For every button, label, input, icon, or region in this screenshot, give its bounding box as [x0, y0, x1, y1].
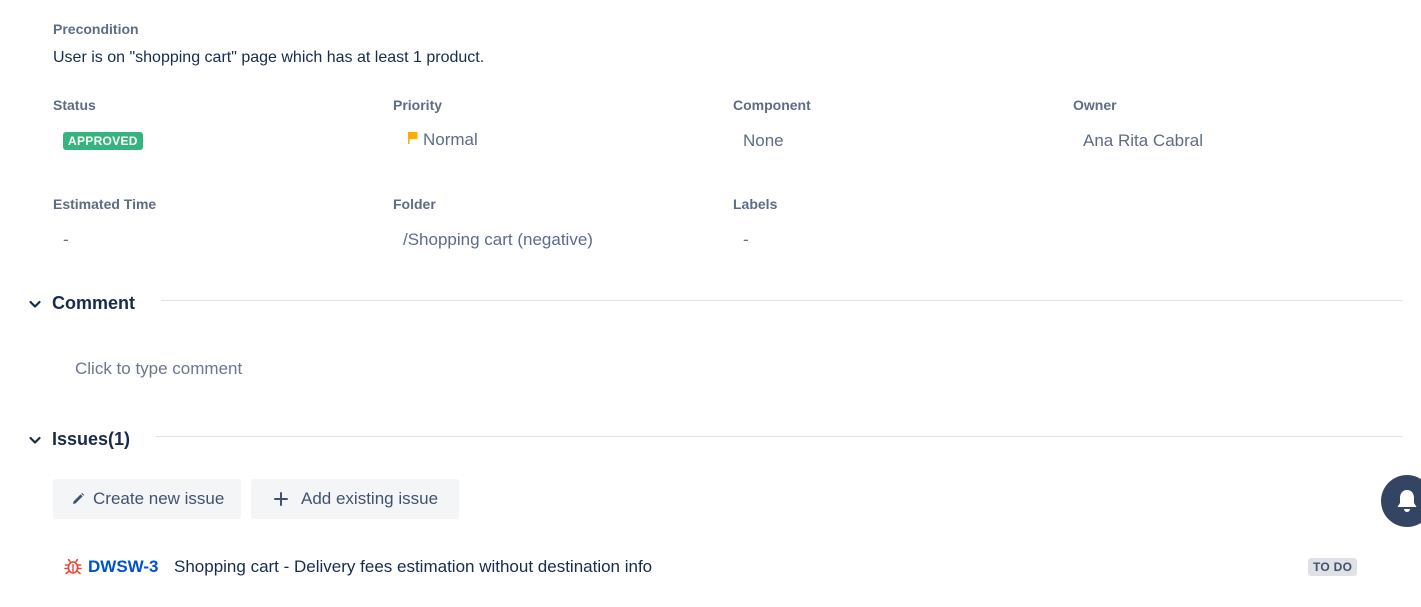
chevron-down-icon	[29, 436, 41, 444]
bell-icon	[1397, 490, 1417, 512]
comment-divider	[161, 300, 1402, 301]
create-new-issue-label: Create new issue	[93, 489, 225, 508]
issue-status-badge: TO DO	[1308, 558, 1358, 576]
estimated-time-label: Estimated Time	[53, 196, 157, 212]
pencil-icon	[73, 492, 85, 504]
issues-section-toggle[interactable]: Issues(1)	[28, 429, 130, 450]
add-existing-issue-button[interactable]: Add existing issue	[251, 479, 459, 519]
labels-label: Labels	[733, 196, 778, 212]
labels-value[interactable]: -	[743, 230, 749, 250]
precondition-label: Precondition	[53, 21, 139, 37]
comment-section-toggle[interactable]: Comment	[28, 293, 135, 314]
issues-divider	[156, 436, 1402, 437]
comment-input[interactable]: Click to type comment	[75, 359, 242, 379]
add-existing-issue-label: Add existing issue	[301, 489, 439, 508]
folder-label: Folder	[393, 196, 436, 212]
folder-value[interactable]: /Shopping cart (negative)	[403, 230, 593, 250]
issue-key-link[interactable]: DWSW-3	[88, 557, 158, 577]
estimated-time-value[interactable]: -	[63, 230, 69, 250]
chevron-down-icon	[29, 300, 41, 308]
issue-row[interactable]: DWSW-3 Shopping cart - Delivery fees est…	[63, 555, 1363, 579]
issue-summary[interactable]: Shopping cart - Delivery fees estimation…	[174, 557, 652, 577]
owner-value[interactable]: Ana Rita Cabral	[1083, 131, 1203, 151]
priority-value: Normal	[423, 130, 478, 149]
priority-field[interactable]: Normal	[407, 130, 478, 150]
owner-label: Owner	[1073, 97, 1117, 113]
precondition-text: User is on "shopping cart" page which ha…	[53, 49, 485, 66]
status-badge[interactable]: APPROVED	[63, 132, 143, 150]
issues-section-title: Issues(1)	[52, 429, 131, 449]
notification-button[interactable]	[1381, 475, 1421, 527]
priority-label: Priority	[393, 97, 443, 113]
component-value[interactable]: None	[743, 131, 784, 151]
comment-section-title: Comment	[52, 293, 136, 313]
component-label: Component	[733, 97, 811, 113]
create-new-issue-button[interactable]: Create new issue	[53, 479, 241, 519]
flag-icon	[407, 131, 419, 150]
bug-icon	[64, 558, 82, 575]
plus-icon	[274, 492, 288, 506]
status-label: Status	[53, 97, 96, 113]
